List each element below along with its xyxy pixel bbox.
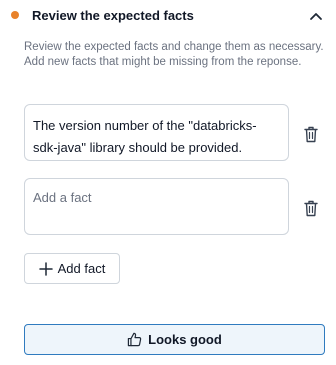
fact-text[interactable]: The version number of the "databricks-sd… xyxy=(25,105,288,169)
collapse-button[interactable] xyxy=(306,6,326,26)
chevron-up-icon xyxy=(310,13,322,20)
section-title: Review the expected facts xyxy=(32,8,194,23)
plus-icon xyxy=(38,261,53,276)
trash-icon xyxy=(304,126,318,142)
section-header[interactable]: Review the expected facts xyxy=(0,0,336,34)
trash-icon xyxy=(304,200,318,216)
fact-field[interactable]: The version number of the "databricks-sd… xyxy=(24,104,289,161)
section-description: Review the expected facts and change the… xyxy=(24,41,324,68)
delete-fact-button[interactable] xyxy=(302,124,320,144)
new-fact-field[interactable] xyxy=(24,178,289,235)
status-dot xyxy=(11,11,19,19)
looks-good-button[interactable]: Looks good xyxy=(24,324,325,355)
add-fact-label: Add fact xyxy=(57,261,106,276)
new-fact-input[interactable] xyxy=(25,179,288,234)
add-fact-button[interactable]: Add fact xyxy=(24,253,120,284)
delete-new-fact-button[interactable] xyxy=(302,198,320,218)
thumbs-up-icon xyxy=(127,332,142,347)
looks-good-label: Looks good xyxy=(148,332,222,347)
